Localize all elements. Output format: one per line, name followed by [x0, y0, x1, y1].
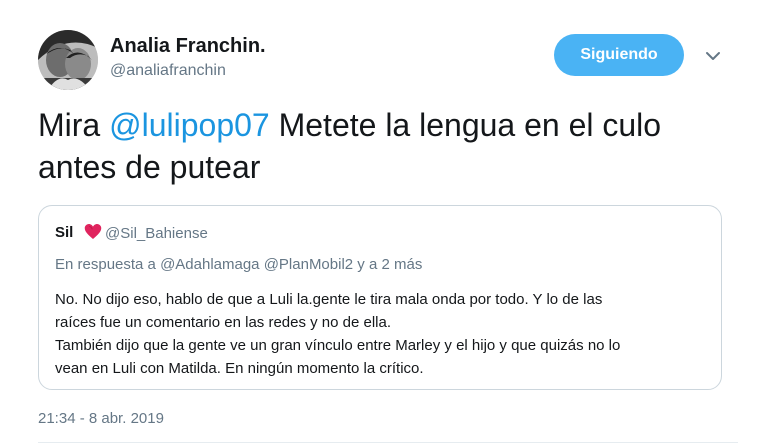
tweet-text-line-2: antes de putear [38, 149, 261, 185]
quoted-author-name: Sil [55, 224, 74, 241]
chevron-down-icon[interactable] [701, 44, 725, 68]
following-button[interactable]: Siguiendo [554, 34, 684, 76]
quoted-tweet-body: No. No dijo eso, hablo de que a Luli la.… [55, 288, 715, 380]
avatar-image [38, 30, 98, 90]
divider [38, 442, 738, 443]
tweet-text: Mira @lulipop07 Metete la lengua en el c… [38, 104, 738, 188]
author-handle[interactable]: @analiafranchin [110, 62, 226, 80]
quoted-body-line: raíces fue un comentario en las redes y … [55, 314, 392, 331]
quoted-body-line: vean en Luli con Matilda. En ningún mome… [55, 360, 424, 377]
tweet-card: Analia Franchin. @analiafranchin Siguien… [0, 0, 767, 448]
author-name[interactable]: Analia Franchin. [110, 35, 266, 58]
quoted-body-line: No. No dijo eso, hablo de que a Luli la.… [55, 291, 603, 308]
mention-link[interactable]: @lulipop07 [109, 107, 270, 143]
tweet-text-prefix: Mira [38, 107, 110, 143]
reply-context: En respuesta a @Adahlamaga @PlanMobil2 y… [55, 256, 423, 273]
quoted-tweet[interactable]: Sil @Sil_Bahiense En respuesta a @Adahla… [38, 205, 722, 390]
quoted-body-line: También dijo que la gente ve un gran vín… [55, 337, 621, 354]
tweet-text-rest: Metete la lengua en el culo [269, 107, 662, 143]
quoted-author-handle: @Sil_Bahiense [105, 225, 208, 242]
tweet-text-line-1: Mira @lulipop07 Metete la lengua en el c… [38, 104, 738, 146]
avatar[interactable] [38, 30, 98, 90]
red-heart-icon [84, 224, 102, 239]
tweet-timestamp[interactable]: 21:34 - 8 abr. 2019 [38, 410, 164, 427]
